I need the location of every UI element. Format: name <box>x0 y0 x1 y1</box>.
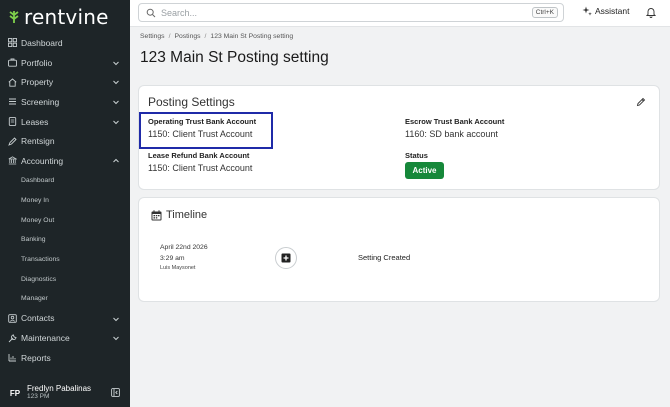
portfolio-icon <box>7 58 17 68</box>
sidebar-item-label: Accounting <box>21 155 64 166</box>
breadcrumb: Settings / Postings / 123 Main St Postin… <box>140 33 297 40</box>
contacts-icon <box>7 313 17 323</box>
sidebar-subitem-accounting-dashboard[interactable]: Dashboard <box>0 171 130 191</box>
user-company: 123 PM <box>27 392 50 400</box>
brand-name: rentvine <box>24 5 109 29</box>
posting-settings-card: Posting Settings Operating Trust Bank Ac… <box>138 85 660 190</box>
user-menu[interactable]: FP Fredlyn Pabalinas 123 PM <box>0 379 130 407</box>
assistant-button[interactable]: Assistant <box>582 6 630 16</box>
sidebar-item-rentsign[interactable]: Rentsign <box>0 131 130 151</box>
bell-icon[interactable] <box>646 7 656 18</box>
chevron-down-icon <box>113 336 119 341</box>
avatar: FP <box>9 388 21 398</box>
property-icon <box>7 77 17 87</box>
top-bar: Search... Ctrl+K Assistant <box>130 0 670 27</box>
timeline-node <box>275 247 297 269</box>
assistant-label: Assistant <box>595 6 630 16</box>
sidebar-item-label: Screening <box>21 96 60 107</box>
sidebar-item-accounting[interactable]: Accounting <box>0 151 130 171</box>
operating-account-label: Operating Trust Bank Account <box>148 117 257 126</box>
sidebar-subitem-money-in[interactable]: Money In <box>0 191 130 211</box>
leases-icon <box>7 117 17 127</box>
breadcrumb-separator: / <box>168 33 171 40</box>
dashboard-icon <box>7 38 17 48</box>
timeline-entry-user: Luis Maysonet <box>160 265 196 271</box>
status-label: Status <box>405 151 428 160</box>
status-badge: Active <box>405 162 444 179</box>
timeline-entry-date: April 22nd 2026 <box>160 244 208 251</box>
timeline-entry-event: Setting Created <box>358 253 411 262</box>
accounting-icon <box>7 156 17 166</box>
search-icon <box>146 8 156 17</box>
edit-pencil-icon[interactable] <box>636 97 646 107</box>
sidebar-item-label: Portfolio <box>21 57 53 68</box>
page-title: 123 Main St Posting setting <box>140 49 329 66</box>
sidebar-item-reports[interactable]: Reports <box>0 348 130 368</box>
breadcrumb-settings[interactable]: Settings <box>140 33 165 40</box>
breadcrumb-separator: / <box>204 33 207 40</box>
escrow-account-value: 1160: SD bank account <box>405 129 498 139</box>
operating-account-value: 1150: Client Trust Account <box>148 129 253 139</box>
lease-refund-account-label: Lease Refund Bank Account <box>148 151 250 160</box>
sidebar-subitem-money-out[interactable]: Money Out <box>0 210 130 230</box>
timeline-card: Timeline April 22nd 2026 3:29 am Luis Ma… <box>138 197 660 302</box>
sidebar: rentvine Dashboard Portfolio Property Sc… <box>0 0 130 407</box>
maintenance-icon <box>7 333 17 343</box>
chevron-up-icon <box>113 158 119 163</box>
sidebar-nav: Dashboard Portfolio Property Screening L… <box>0 33 130 368</box>
sidebar-item-screening[interactable]: Screening <box>0 92 130 112</box>
search-placeholder: Search... <box>161 7 198 18</box>
search-shortcut-badge: Ctrl+K <box>531 7 558 18</box>
chevron-down-icon <box>113 61 119 65</box>
chevron-down-icon <box>113 81 119 85</box>
sidebar-item-label: Maintenance <box>21 333 70 344</box>
sidebar-item-label: Reports <box>21 352 51 363</box>
chevron-down-icon <box>113 317 119 321</box>
rentvine-logo-icon <box>9 11 19 23</box>
calendar-icon <box>151 210 162 221</box>
sparkle-icon <box>582 6 592 16</box>
brand-logo[interactable]: rentvine <box>8 5 109 29</box>
sidebar-subitem-diagnostics[interactable]: Diagnostics <box>0 269 130 289</box>
sidebar-item-dashboard[interactable]: Dashboard <box>0 33 130 53</box>
sidebar-item-contacts[interactable]: Contacts <box>0 309 130 329</box>
screening-icon <box>7 97 17 107</box>
reports-icon <box>7 353 17 363</box>
plus-square-icon <box>281 253 291 263</box>
sidebar-item-property[interactable]: Property <box>0 72 130 92</box>
lease-refund-account-value: 1150: Client Trust Account <box>148 163 253 173</box>
sidebar-item-label: Property <box>21 77 54 88</box>
sidebar-subitem-transactions[interactable]: Transactions <box>0 250 130 270</box>
breadcrumb-postings[interactable]: Postings <box>174 33 200 40</box>
sidebar-item-label: Contacts <box>21 313 55 324</box>
sidebar-item-label: Dashboard <box>21 37 63 48</box>
chevron-down-icon <box>113 100 119 105</box>
sidebar-subitem-manager[interactable]: Manager <box>0 289 130 309</box>
sidebar-subitem-banking[interactable]: Banking <box>0 230 130 250</box>
escrow-account-label: Escrow Trust Bank Account <box>405 117 505 126</box>
breadcrumb-current: 123 Main St Posting setting <box>210 33 294 40</box>
timeline-title: Timeline <box>166 209 208 221</box>
collapse-sidebar-icon[interactable] <box>111 388 120 397</box>
sidebar-item-portfolio[interactable]: Portfolio <box>0 53 130 73</box>
sidebar-item-label: Rentsign <box>21 136 55 147</box>
rentsign-icon <box>7 136 17 146</box>
sidebar-item-label: Leases <box>21 116 49 127</box>
sidebar-item-maintenance[interactable]: Maintenance <box>0 328 130 348</box>
card-title: Posting Settings <box>148 95 235 109</box>
chevron-down-icon <box>113 120 119 124</box>
timeline-entry-time: 3:29 am <box>160 255 185 262</box>
search-input[interactable]: Search... Ctrl+K <box>138 3 564 22</box>
sidebar-item-leases[interactable]: Leases <box>0 112 130 132</box>
